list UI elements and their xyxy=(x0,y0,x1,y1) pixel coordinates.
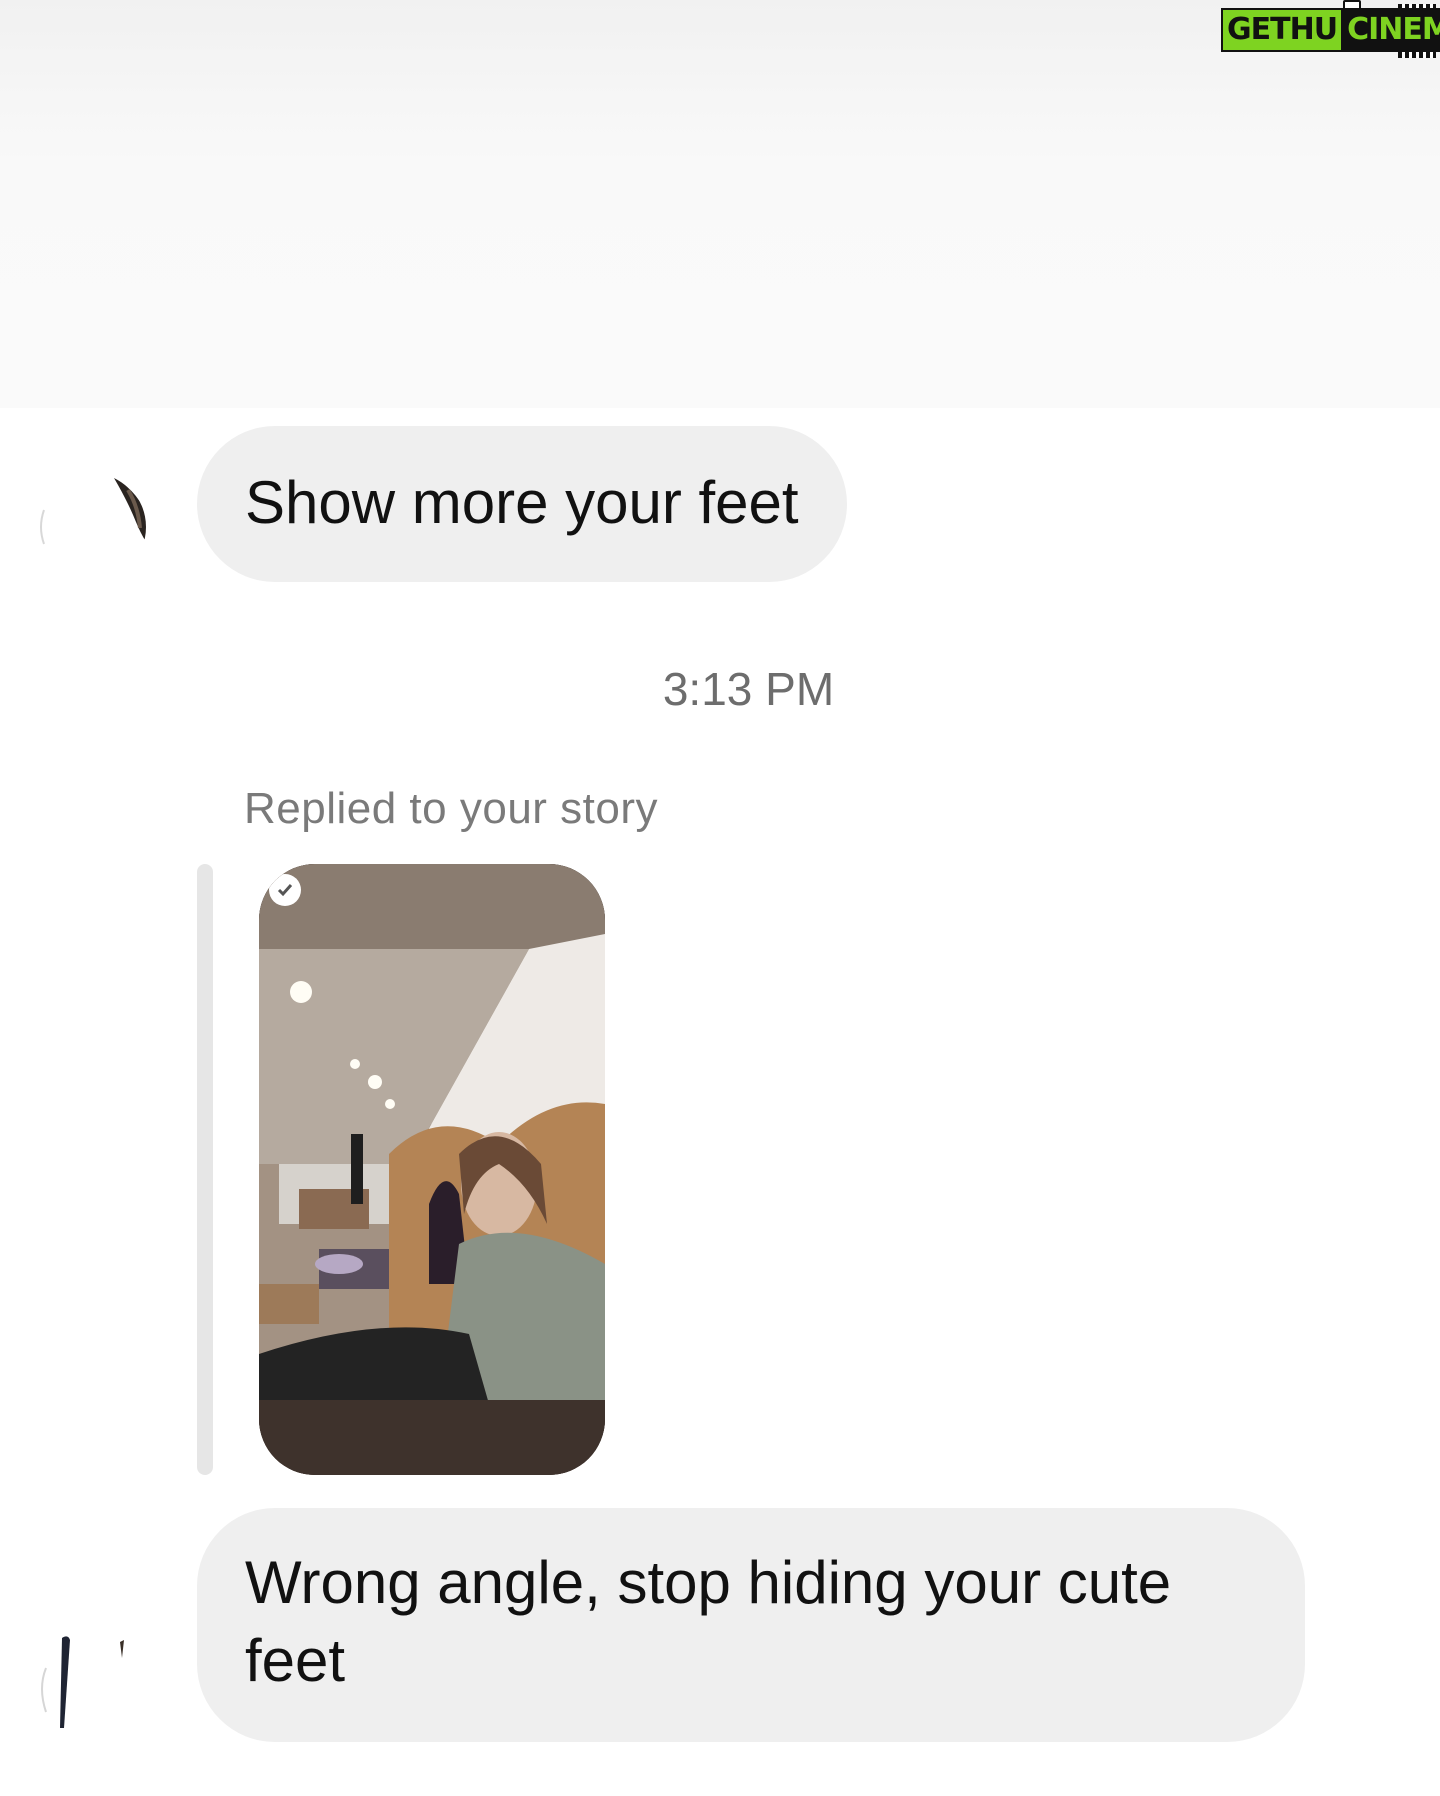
sender-avatar[interactable] xyxy=(36,472,146,582)
message-timestamp: 3:13 PM xyxy=(662,663,835,715)
message-bubble[interactable]: Show more your feet xyxy=(197,426,847,582)
verified-badge-icon xyxy=(269,874,301,906)
watermark-text-part2: CINEMA xyxy=(1341,8,1440,52)
sender-avatar[interactable] xyxy=(36,1628,146,1738)
watermark-logo: GETHU CINEMA xyxy=(1221,0,1440,58)
story-reply-label: Replied to your story xyxy=(244,784,659,833)
watermark-text-part1: GETHU xyxy=(1221,8,1342,52)
message-bubble[interactable]: Wrong angle, stop hiding your cute feet xyxy=(197,1508,1305,1742)
chat-scroll-top-area xyxy=(0,0,1440,408)
story-thumbnail[interactable] xyxy=(259,864,605,1475)
reply-indicator-bar xyxy=(197,864,213,1475)
avatar-image xyxy=(36,1628,146,1738)
story-photo xyxy=(259,864,605,1475)
film-strip-icon xyxy=(1398,52,1436,58)
avatar-image xyxy=(36,472,146,582)
